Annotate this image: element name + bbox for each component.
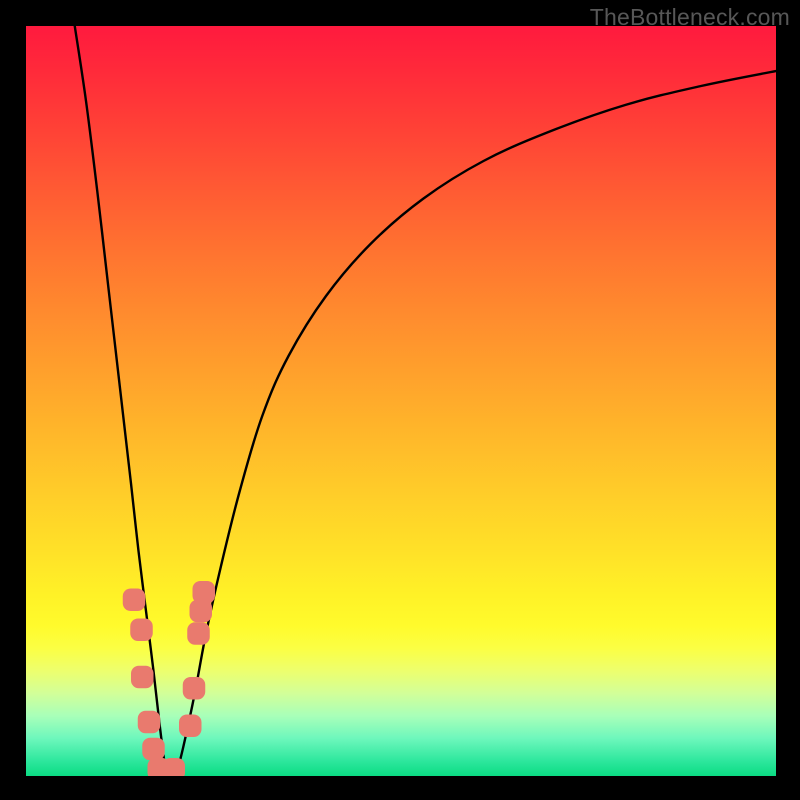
data-marker [138, 711, 161, 734]
data-marker [130, 619, 153, 642]
curve-right [176, 71, 776, 776]
data-marker [183, 677, 206, 700]
data-marker [123, 589, 146, 612]
chart-frame: TheBottleneck.com [0, 0, 800, 800]
plot-svg-layer [26, 26, 776, 776]
watermark-text: TheBottleneck.com [590, 4, 790, 31]
data-marker [131, 666, 154, 689]
curve-left [75, 26, 167, 776]
plot-area [26, 26, 776, 776]
data-marker [163, 758, 186, 776]
data-marker [187, 622, 210, 645]
data-marker [142, 738, 165, 761]
data-marker [193, 581, 216, 604]
data-marker [179, 715, 202, 738]
